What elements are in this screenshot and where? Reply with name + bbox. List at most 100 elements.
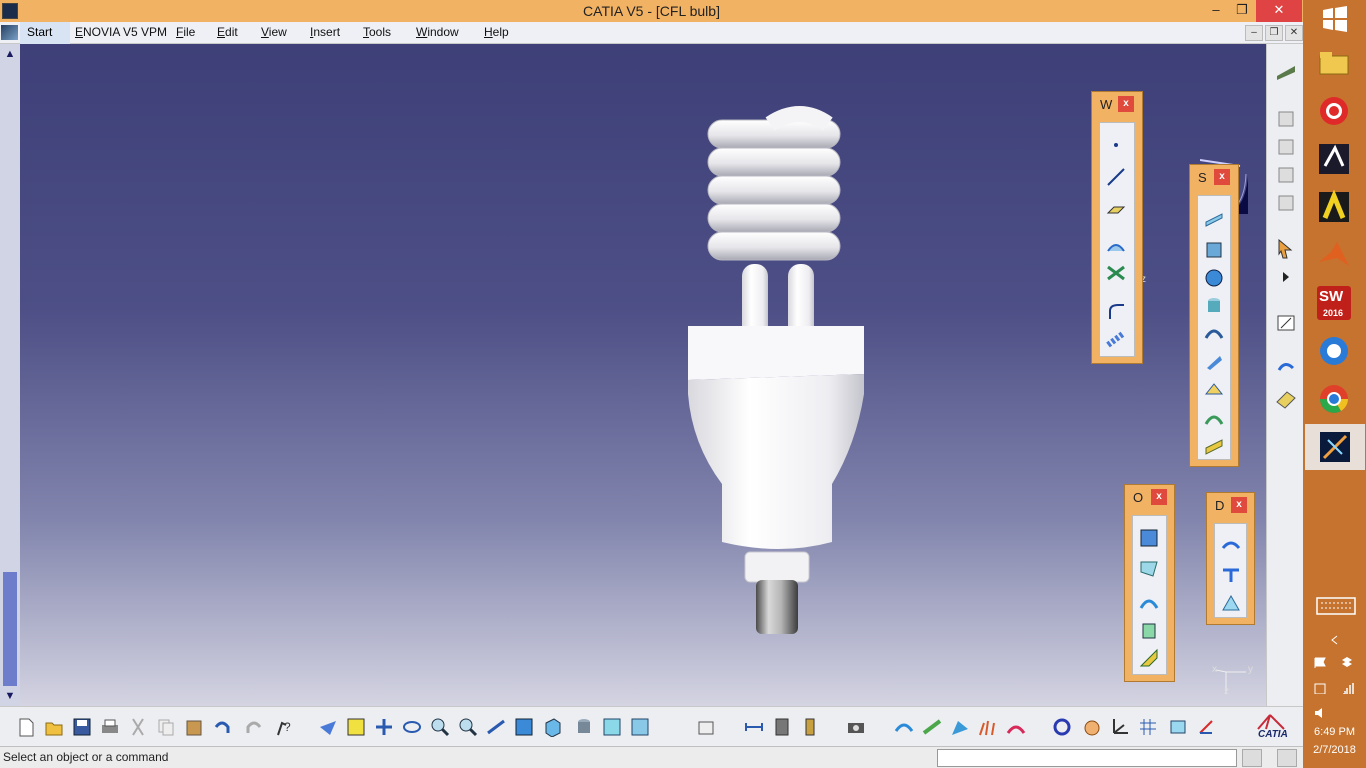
tray-expand-icon[interactable] [1329,634,1341,646]
volume-icon[interactable] [1313,706,1327,718]
menu-edit[interactable]: Edit [217,25,238,39]
curvature-analysis-icon[interactable] [922,717,942,737]
surface-analysis-icon[interactable] [950,717,970,737]
command-input[interactable] [937,749,1237,767]
menu-window[interactable]: Window [416,25,459,39]
sphere-icon[interactable] [1204,268,1224,288]
capture-icon[interactable] [846,717,866,737]
operations-toolbar-close[interactable]: x [1151,489,1167,505]
zoom-out-icon[interactable] [458,717,478,737]
swap-visible-icon[interactable] [630,717,650,737]
paste-icon[interactable] [184,717,204,737]
wireframe-toolbar[interactable]: W x [1091,91,1143,364]
windows-start-icon[interactable] [1317,2,1351,36]
browser-icon[interactable] [1317,334,1351,368]
pan-icon[interactable] [374,717,394,737]
doc-close-button[interactable]: ✕ [1285,25,1303,41]
line-icon[interactable] [1106,167,1126,187]
dropbox-icon[interactable] [1341,656,1355,668]
wireframe-toolbar-close[interactable]: x [1118,96,1134,112]
save-icon[interactable] [72,717,92,737]
menu-enovia[interactable]: ENOVIA V5 VPM [75,25,167,39]
isometric-view-icon[interactable] [542,717,562,737]
extrude-icon[interactable] [1204,210,1224,230]
constraint-icon[interactable] [1275,388,1297,410]
file-explorer-icon[interactable] [1317,46,1351,80]
sweep-icon[interactable] [1204,352,1224,372]
draft-analysis-icon[interactable] [1006,717,1026,737]
point-icon[interactable] [1106,135,1126,155]
scroll-down-icon[interactable]: ▼ [2,688,18,704]
multi-section-icon[interactable] [1204,408,1224,428]
projection-icon[interactable] [1106,235,1126,255]
normal-view-icon[interactable] [486,717,506,737]
publication-icon[interactable] [696,717,716,737]
offset-icon[interactable] [1204,324,1224,344]
connect-checker-icon[interactable] [894,717,914,737]
plane-icon[interactable] [1106,199,1126,219]
solidworks-icon[interactable]: SW 2016 [1317,286,1351,320]
fillet-icon[interactable] [1139,592,1159,612]
doc-restore-button[interactable]: ❐ [1265,25,1283,41]
record-app-icon[interactable] [1317,94,1351,128]
unfold-icon[interactable] [1221,564,1241,584]
shading-icon[interactable] [574,717,594,737]
select-icon[interactable] [1275,238,1297,260]
work-on-support-icon[interactable] [1168,717,1188,737]
menu-tools[interactable]: Tools [363,25,391,39]
developed-toolbar[interactable]: D x [1206,492,1255,625]
body-icon[interactable] [1275,164,1297,186]
measure-between-icon[interactable] [744,717,764,737]
hide-show-icon[interactable] [602,717,622,737]
zoom-in-icon[interactable] [430,717,450,737]
cylinder-icon[interactable] [1204,296,1224,316]
scroll-up-icon[interactable]: ▲ [2,46,18,62]
copy-icon[interactable] [156,717,176,737]
matlab-icon[interactable] [1317,238,1351,272]
expand-arrow-icon[interactable] [1275,266,1297,288]
command-stop-button[interactable] [1277,749,1297,767]
translate-icon[interactable] [1139,620,1159,640]
axis-system-icon[interactable] [1110,717,1130,737]
redo-icon[interactable] [244,717,264,737]
geometrical-set-icon[interactable] [1275,192,1297,214]
multi-view-icon[interactable] [514,717,534,737]
intersection-icon[interactable] [1106,263,1126,283]
circle-icon[interactable] [1106,301,1126,321]
vertical-scrollbar[interactable]: ▲ ▼ [0,44,20,706]
spline-icon[interactable] [1106,329,1126,349]
measure-item-icon[interactable] [772,717,792,737]
whats-this-icon[interactable]: ? [272,717,292,737]
cfl-bulb-model[interactable] [20,44,1266,706]
print-icon[interactable] [100,717,120,737]
menu-start[interactable]: Start [20,22,70,44]
cut-icon[interactable] [128,717,148,737]
blend-icon[interactable] [1204,436,1224,456]
chrome-icon[interactable] [1317,382,1351,416]
developed-toolbar-close[interactable]: x [1231,497,1247,513]
join-icon[interactable] [1139,528,1159,548]
fill-icon[interactable] [1204,380,1224,400]
surfaces-toolbar-close[interactable]: x [1214,169,1230,185]
3d-viewport[interactable]: z y z x [20,44,1266,706]
restore-button[interactable]: ❐ [1228,0,1256,22]
close-button[interactable]: ✕ [1256,0,1302,22]
fit-all-icon[interactable] [346,717,366,737]
active-app-highlight[interactable] [1305,424,1365,470]
new-icon[interactable] [16,717,36,737]
split-icon[interactable] [1139,558,1159,578]
revolve-icon[interactable] [1204,240,1224,260]
rotate-icon[interactable] [402,717,422,737]
menu-insert[interactable]: Insert [310,25,340,39]
update-icon[interactable] [1275,358,1297,380]
measure-inertia-icon[interactable] [800,717,820,737]
exit-workbench-icon[interactable] [1275,60,1297,82]
snap-point-icon[interactable] [1196,717,1216,737]
taskbar-date[interactable]: 2/7/2018 [1303,744,1366,756]
sketch-positioned-icon[interactable] [1275,136,1297,158]
open-icon[interactable] [44,717,64,737]
catia-taskbar-icon[interactable] [1317,142,1351,176]
menu-help[interactable]: Help [484,25,509,39]
sketch-icon[interactable] [1275,108,1297,130]
taskbar-time[interactable]: 6:49 PM [1303,726,1366,738]
